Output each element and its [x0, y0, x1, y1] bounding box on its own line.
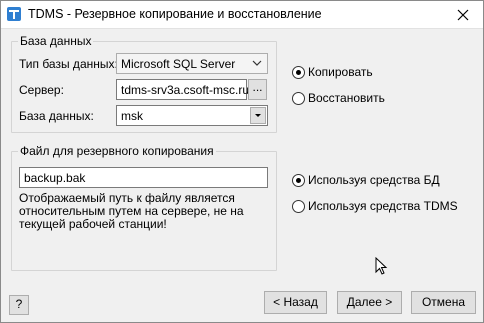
server-value: tdms-srv3a.csoft-msc.ru	[121, 83, 250, 97]
mouse-cursor-icon	[375, 257, 388, 275]
window-title: TDMS - Резервное копирование и восстанов…	[28, 7, 322, 21]
database-group-legend: База данных	[18, 34, 94, 48]
chevron-down-icon	[252, 60, 262, 66]
next-button[interactable]: Далее >	[337, 291, 402, 314]
tdms-tools-radio[interactable]: Используя средства TDMS	[292, 199, 458, 213]
tdms-tools-radio-label: Используя средства TDMS	[308, 199, 458, 213]
tdms-app-icon	[7, 7, 21, 21]
database-value: msk	[121, 109, 143, 123]
server-label: Сервер:	[19, 83, 64, 97]
title-bar: TDMS - Резервное копирование и восстанов…	[1, 1, 483, 29]
restore-radio-label: Восстановить	[308, 91, 385, 105]
backup-file-group-legend: Файл для резервного копирования	[18, 144, 216, 158]
tdms-tools-radio-indicator[interactable]	[292, 199, 305, 213]
db-tools-radio[interactable]: Используя средства БД	[292, 173, 440, 187]
path-note: Отображаемый путь к файлу является относ…	[19, 191, 244, 231]
server-input[interactable]: tdms-srv3a.csoft-msc.ru	[116, 79, 250, 100]
triangle-down-icon	[255, 114, 261, 117]
close-icon	[457, 9, 469, 20]
backup-radio-indicator[interactable]	[292, 65, 305, 79]
backup-radio-label: Копировать	[308, 65, 373, 79]
database-label: База данных:	[19, 109, 94, 123]
db-type-label: Тип базы данных:	[19, 57, 118, 71]
browse-server-button[interactable]: ...	[248, 79, 267, 100]
cancel-button[interactable]: Отмена	[411, 291, 476, 314]
help-button[interactable]: ?	[9, 295, 29, 315]
db-type-select[interactable]: Microsoft SQL Server	[116, 53, 268, 74]
backup-radio[interactable]: Копировать	[292, 65, 373, 79]
back-button[interactable]: < Назад	[264, 291, 327, 314]
restore-radio-indicator[interactable]	[292, 91, 305, 105]
db-tools-radio-indicator[interactable]	[292, 173, 305, 187]
close-button[interactable]	[445, 1, 481, 28]
backup-restore-dialog: TDMS - Резервное копирование и восстанов…	[0, 0, 484, 323]
db-tools-radio-label: Используя средства БД	[308, 173, 440, 187]
restore-radio[interactable]: Восстановить	[292, 91, 385, 105]
database-dropdown-button[interactable]	[250, 107, 266, 124]
db-type-value: Microsoft SQL Server	[121, 57, 236, 71]
backup-file-input[interactable]: backup.bak	[19, 167, 268, 188]
database-select[interactable]: msk	[116, 105, 268, 126]
backup-file-value: backup.bak	[24, 171, 86, 185]
